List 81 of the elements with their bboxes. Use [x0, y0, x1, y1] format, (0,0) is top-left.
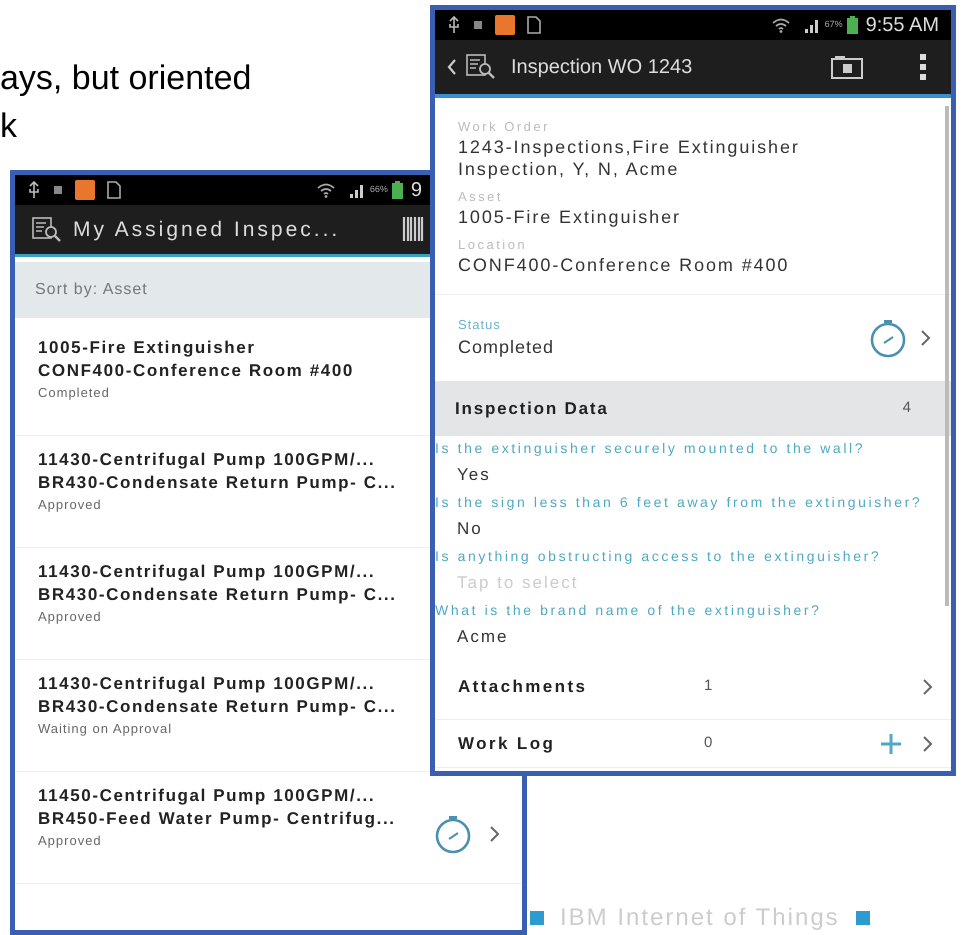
signal-icon	[348, 182, 366, 198]
item-status: Approved	[38, 608, 103, 626]
link-row[interactable]: Attachments 1	[435, 654, 951, 720]
sort-dropdown[interactable]: Sort by: Asset	[35, 278, 148, 302]
item-title: 1005-Fire Extinguisher	[38, 337, 257, 359]
chevron-right-icon	[922, 734, 933, 752]
item-title: 11430-Centrifugal Pump 100GPM/...	[38, 673, 376, 695]
back-icon[interactable]	[447, 58, 457, 76]
list-item[interactable]: 1005-Fire Extinguisher CONF400-Conference Room #400 Completed	[15, 324, 427, 435]
field-value: 1243-Inspections,Fire Extinguisher Inspection, Y, N, Acme	[458, 136, 801, 180]
field-value: 1005-Fire Extinguisher	[458, 206, 682, 228]
plus-icon[interactable]	[880, 732, 902, 754]
chevron-right-icon	[489, 824, 500, 842]
item-title: 11450-Centrifugal Pump 100GPM/...	[38, 785, 376, 807]
item-subtitle: BR430-Condensate Return Pump- C...	[38, 696, 398, 718]
question-label: Is the sign less than 6 feet away from the extinguisher?	[435, 493, 924, 512]
status-row[interactable]: Status Completed	[435, 295, 951, 381]
footer-square	[856, 911, 870, 925]
row-label: Attachments	[458, 676, 588, 698]
footer-square	[530, 911, 544, 925]
chevron-right-icon	[920, 329, 931, 347]
battery-icon	[392, 181, 403, 199]
list-item[interactable]: 11430-Centrifugal Pump 100GPM/... BR430-Condensate Return Pump- C... Waiting on Approval	[15, 660, 427, 771]
section-count: 4	[902, 398, 911, 418]
field-label: Asset	[458, 188, 504, 206]
document-icon	[527, 16, 541, 34]
question-label: Is anything obstructing access to the extinguisher?	[435, 547, 882, 566]
usb-icon	[447, 15, 461, 35]
item-subtitle: BR430-Condensate Return Pump- C...	[38, 472, 398, 494]
list-item[interactable]: 11430-Centrifugal Pump 100GPM/... BR430-Condensate Return Pump- C... Approved	[15, 548, 427, 659]
field-value: CONF400-Conference Room #400	[458, 254, 790, 276]
battery-percentage: 66%	[370, 183, 388, 196]
stopwatch-icon[interactable]	[433, 814, 473, 854]
item-status: Approved	[38, 496, 103, 514]
field-label: Location	[458, 236, 528, 254]
item-status: Waiting on Approval	[38, 720, 174, 738]
slide-text: k	[0, 106, 18, 147]
notification-icon	[473, 20, 483, 30]
status-value: Completed	[458, 336, 556, 360]
notification-icon	[53, 185, 63, 195]
question-label: What is the brand name of the extinguisher?	[435, 601, 823, 620]
link-row[interactable]: Work Log 0	[435, 720, 951, 768]
list-item[interactable]: 11450-Centrifugal Pump 100GPM/... BR450-Feed Water Pump- Centrifug... Approved	[15, 772, 522, 883]
document-icon	[107, 181, 121, 199]
usb-icon	[27, 180, 41, 200]
answer-field[interactable]: Acme	[435, 620, 915, 654]
stopwatch-icon[interactable]	[868, 318, 908, 358]
slide-text: ays, but oriented	[0, 58, 252, 99]
status-time: 9:55 AM	[866, 13, 939, 38]
item-subtitle: BR450-Feed Water Pump- Centrifug...	[38, 808, 397, 830]
row-count: 0	[704, 733, 714, 754]
signal-icon	[802, 17, 821, 33]
camera-icon[interactable]	[831, 55, 863, 79]
battery-icon	[846, 16, 858, 34]
app-notification-icon	[495, 15, 515, 35]
item-subtitle: CONF400-Conference Room #400	[38, 360, 355, 382]
overflow-menu-icon[interactable]	[919, 53, 927, 81]
status-label: Status	[458, 316, 502, 334]
field-label: Work Order	[458, 118, 551, 136]
list-item[interactable]: 11430-Centrifugal Pump 100GPM/... BR430-Condensate Return Pump- C... Approved	[15, 436, 427, 547]
answer-field[interactable]: Yes	[435, 458, 915, 492]
answer-field[interactable]: No	[435, 512, 915, 546]
inspection-icon	[31, 216, 61, 244]
item-title: 11430-Centrifugal Pump 100GPM/...	[38, 561, 376, 583]
item-subtitle: BR430-Condensate Return Pump- C...	[38, 584, 398, 606]
app-title: Inspection WO 1243	[511, 55, 694, 80]
app-notification-icon	[75, 180, 95, 200]
battery-percentage: 67%	[824, 18, 843, 32]
section-title: Inspection Data	[455, 398, 609, 420]
item-title: 11430-Centrifugal Pump 100GPM/...	[38, 449, 376, 471]
item-status: Approved	[38, 832, 103, 850]
row-count: 1	[704, 676, 714, 696]
wifi-icon	[316, 182, 336, 198]
inspection-icon	[465, 53, 495, 81]
item-status: Completed	[38, 384, 111, 402]
status-time: 9	[410, 178, 422, 203]
row-label: Work Log	[458, 732, 556, 755]
chevron-right-icon	[922, 678, 933, 696]
question-label: Is the extinguisher securely mounted to the wall?	[435, 439, 866, 458]
app-title: My Assigned Inspec...	[73, 216, 340, 243]
wifi-icon	[770, 17, 791, 33]
